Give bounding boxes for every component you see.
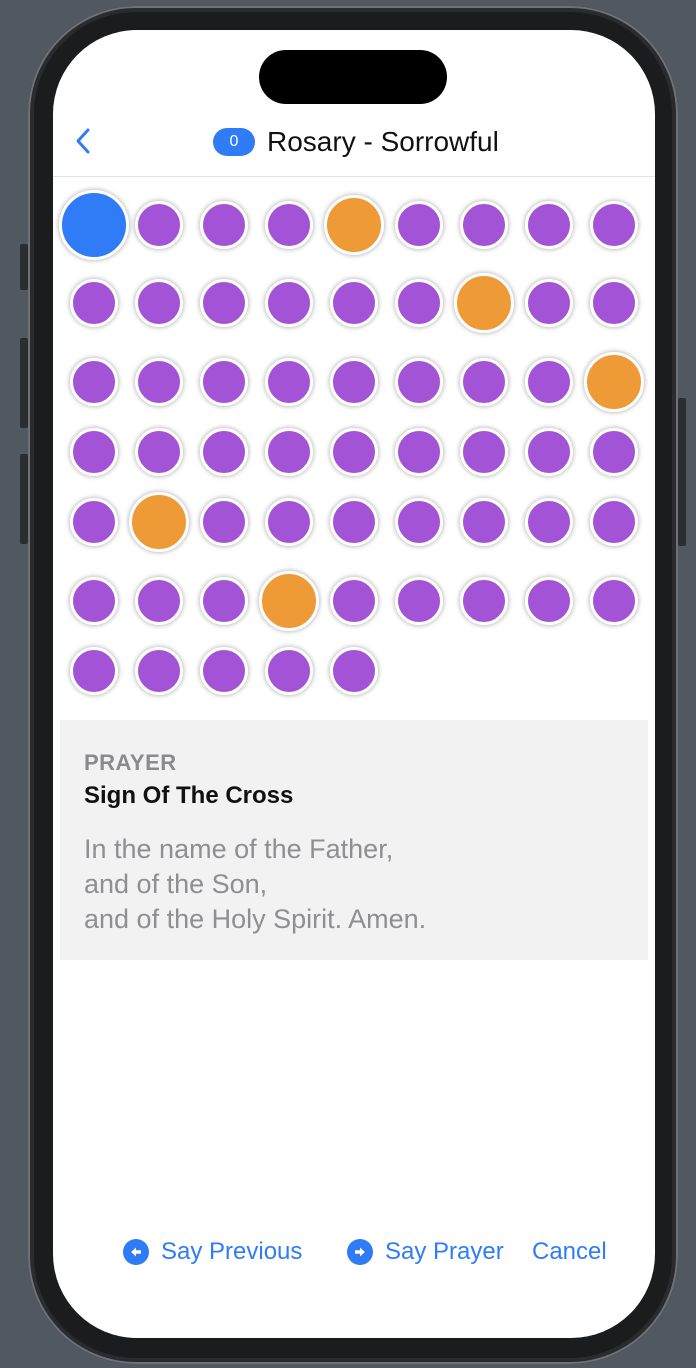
bead-hail-mary[interactable] [525, 577, 573, 625]
nav-title-group: 0 Rosary - Sorrowful [213, 122, 499, 162]
bead-hail-mary[interactable] [70, 428, 118, 476]
bead-hail-mary[interactable] [70, 647, 118, 695]
say-prayer-button[interactable]: Say Prayer [347, 1234, 504, 1270]
bead-hail-mary[interactable] [590, 201, 638, 249]
arrow-right-circle-icon [347, 1239, 373, 1265]
bead-hail-mary[interactable] [135, 428, 183, 476]
prayer-card: PRAYER Sign Of The Cross In the name of … [60, 720, 648, 960]
bead-hail-mary[interactable] [200, 498, 248, 546]
bead-hail-mary[interactable] [460, 201, 508, 249]
bead-hail-mary[interactable] [525, 201, 573, 249]
power-button [678, 398, 686, 546]
action-button [20, 244, 28, 290]
bead-hail-mary[interactable] [200, 428, 248, 476]
bead-hail-mary[interactable] [200, 201, 248, 249]
bead-hail-mary[interactable] [590, 577, 638, 625]
bead-hail-mary[interactable] [265, 279, 313, 327]
bead-hail-mary[interactable] [590, 428, 638, 476]
bead-hail-mary[interactable] [460, 498, 508, 546]
arrow-left-circle-icon [123, 1239, 149, 1265]
cancel-label: Cancel [532, 1238, 607, 1265]
bead-hail-mary[interactable] [330, 358, 378, 406]
bead-hail-mary[interactable] [265, 498, 313, 546]
bead-hail-mary[interactable] [70, 498, 118, 546]
prayer-line: and of the Son, [84, 869, 268, 899]
bottom-toolbar: Say Previous Say Prayer Cancel [53, 1230, 655, 1274]
navigation-bar: 0 Rosary - Sorrowful [53, 114, 655, 177]
bead-hail-mary[interactable] [590, 279, 638, 327]
bead-hail-mary[interactable] [460, 577, 508, 625]
bead-hail-mary[interactable] [265, 647, 313, 695]
bead-hail-mary[interactable] [460, 428, 508, 476]
dynamic-island [259, 50, 447, 104]
say-previous-button[interactable]: Say Previous [123, 1234, 302, 1270]
volume-up-button [20, 338, 28, 428]
bead-hail-mary[interactable] [590, 498, 638, 546]
bead-hail-mary[interactable] [200, 577, 248, 625]
bead-hail-mary[interactable] [395, 279, 443, 327]
prayer-name: Sign Of The Cross [84, 782, 294, 809]
bead-hail-mary[interactable] [70, 279, 118, 327]
bead-hail-mary[interactable] [135, 647, 183, 695]
bead-hail-mary[interactable] [525, 358, 573, 406]
bead-current[interactable] [59, 190, 129, 260]
bead-hail-mary[interactable] [200, 358, 248, 406]
say-previous-label: Say Previous [161, 1238, 303, 1265]
bead-hail-mary[interactable] [200, 279, 248, 327]
bead-our-father[interactable] [454, 273, 514, 333]
bead-hail-mary[interactable] [330, 577, 378, 625]
bead-hail-mary[interactable] [525, 428, 573, 476]
bead-hail-mary[interactable] [330, 428, 378, 476]
bead-our-father[interactable] [584, 352, 644, 412]
bead-hail-mary[interactable] [395, 201, 443, 249]
prayer-text: In the name of the Father, and of the So… [84, 832, 624, 937]
rosary-bead-grid [53, 176, 655, 716]
bead-hail-mary[interactable] [395, 577, 443, 625]
bead-hail-mary[interactable] [525, 279, 573, 327]
app-screen: 0 Rosary - Sorrowful PRAYER Sign Of The … [53, 30, 655, 1338]
prayer-line: In the name of the Father, [84, 834, 394, 864]
bead-hail-mary[interactable] [525, 498, 573, 546]
count-badge: 0 [213, 128, 255, 156]
bead-our-father[interactable] [324, 195, 384, 255]
bead-our-father[interactable] [259, 571, 319, 631]
bead-hail-mary[interactable] [265, 428, 313, 476]
bead-hail-mary[interactable] [135, 577, 183, 625]
bead-hail-mary[interactable] [395, 428, 443, 476]
bead-hail-mary[interactable] [70, 358, 118, 406]
page-title: Rosary - Sorrowful [267, 126, 499, 157]
bead-hail-mary[interactable] [265, 201, 313, 249]
bead-hail-mary[interactable] [395, 498, 443, 546]
chevron-left-icon[interactable] [73, 126, 95, 156]
bead-hail-mary[interactable] [135, 201, 183, 249]
prayer-line: and of the Holy Spirit. Amen. [84, 904, 427, 934]
volume-down-button [20, 454, 28, 544]
bead-hail-mary[interactable] [395, 358, 443, 406]
bead-hail-mary[interactable] [330, 498, 378, 546]
bead-hail-mary[interactable] [265, 358, 313, 406]
bead-hail-mary[interactable] [200, 647, 248, 695]
say-prayer-label: Say Prayer [385, 1238, 504, 1265]
prayer-section-label: PRAYER [84, 750, 177, 775]
bead-hail-mary[interactable] [460, 358, 508, 406]
bead-hail-mary[interactable] [135, 279, 183, 327]
cancel-button[interactable]: Cancel [532, 1234, 607, 1270]
bead-hail-mary[interactable] [330, 647, 378, 695]
bead-hail-mary[interactable] [70, 577, 118, 625]
bead-hail-mary[interactable] [135, 358, 183, 406]
bead-our-father[interactable] [129, 492, 189, 552]
bead-hail-mary[interactable] [330, 279, 378, 327]
